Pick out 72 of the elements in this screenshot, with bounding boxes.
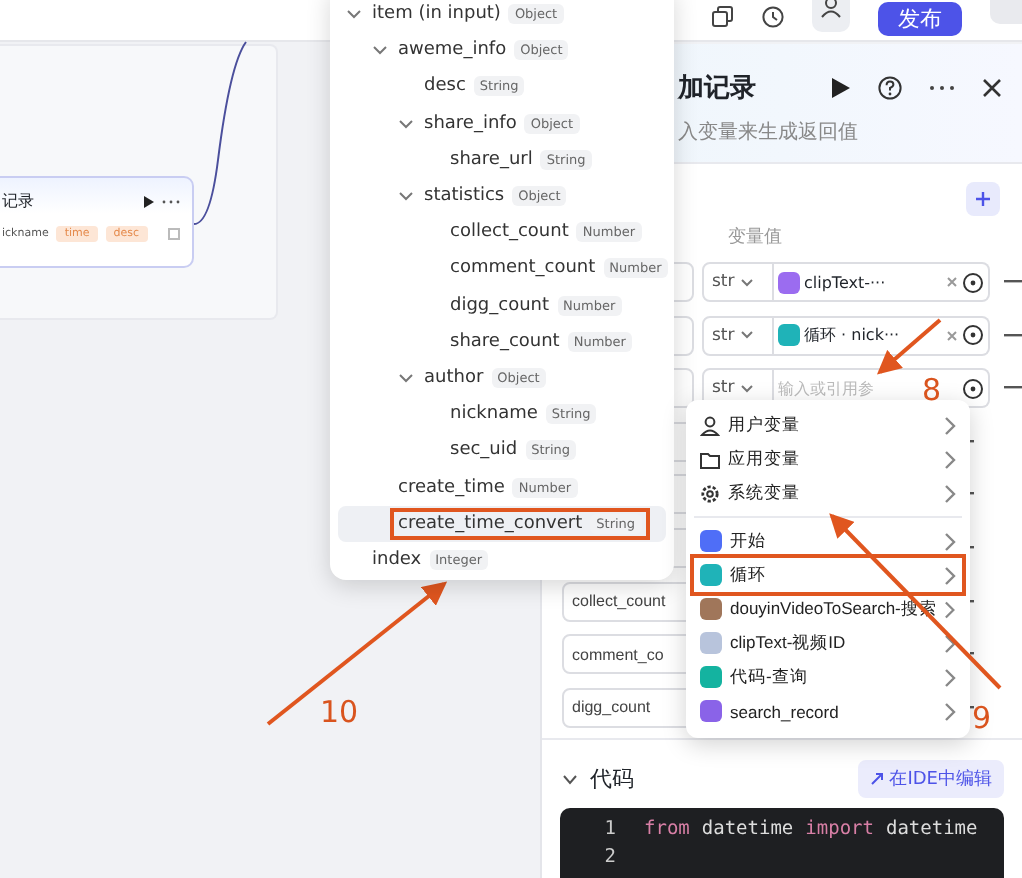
annotation-number: 9 xyxy=(972,700,992,736)
field-name: share_url xyxy=(450,149,533,170)
field-name: statistics xyxy=(424,186,505,207)
code-line: from datetime import datetime xyxy=(644,817,978,839)
field-name: create_time_convert xyxy=(398,513,583,534)
menu-item[interactable]: 系统变量 xyxy=(694,476,962,510)
field-name: sec_uid xyxy=(450,440,518,461)
target-icon[interactable] xyxy=(962,271,984,293)
line-number: 2 xyxy=(602,845,618,867)
grip-icon xyxy=(168,228,180,240)
menu-item[interactable]: 循环 xyxy=(694,558,962,592)
chevron-icon[interactable] xyxy=(562,773,578,785)
target-icon[interactable] xyxy=(962,377,984,400)
play-icon[interactable] xyxy=(832,78,850,98)
field-name: nickname xyxy=(450,404,538,425)
chevron-icon[interactable] xyxy=(398,115,414,132)
caret-icon xyxy=(740,277,755,287)
add-button[interactable] xyxy=(966,182,1000,216)
reference-text: 循环 · nick··· xyxy=(804,324,900,347)
publish-button[interactable]: 发布 xyxy=(878,2,962,36)
chevron-icon[interactable] xyxy=(398,188,414,205)
annotation-number: 10 xyxy=(320,694,359,730)
close-icon[interactable] xyxy=(982,78,1002,98)
clock-icon[interactable] xyxy=(762,6,784,28)
caret-icon xyxy=(740,330,755,341)
field-name: share_count xyxy=(450,331,560,352)
type-select[interactable]: str xyxy=(702,315,774,356)
node-title: 记录 xyxy=(2,190,36,212)
edit-in-ide-button[interactable]: 在IDE中编辑 xyxy=(857,760,1004,798)
external-link-icon xyxy=(869,772,884,786)
section-title: 代码 xyxy=(590,764,636,794)
field-name: item (in input) xyxy=(372,4,501,25)
field-name: collect_count xyxy=(450,222,569,243)
panel-title: 加记录 xyxy=(678,72,758,106)
line-number: 1 xyxy=(602,817,618,839)
folder-icon xyxy=(700,449,720,469)
chevron-icon[interactable] xyxy=(398,369,414,386)
play-icon[interactable] xyxy=(144,195,154,207)
target-icon[interactable] xyxy=(962,324,984,347)
chevron-icon[interactable] xyxy=(372,42,388,59)
value-field[interactable]: 循环 · nick··· xyxy=(774,315,990,356)
help-icon[interactable] xyxy=(878,76,902,100)
value-field[interactable]: clipText-··· xyxy=(774,262,990,302)
plus-icon xyxy=(974,190,992,208)
menu-item[interactable]: 应用变量 xyxy=(694,442,962,476)
field-name: digg_count xyxy=(450,295,550,316)
field-name: index xyxy=(372,549,422,570)
menu-item[interactable]: clipText-视频ID xyxy=(694,626,962,660)
code-editor[interactable]: 1 from datetime import datetime 2 xyxy=(560,808,1004,878)
minus-icon[interactable] xyxy=(1004,333,1022,338)
field-name: author xyxy=(424,367,484,388)
reference-text: clipText-··· xyxy=(804,273,886,291)
type-select[interactable]: str xyxy=(702,262,774,302)
menu-item[interactable]: 开始 xyxy=(694,524,962,558)
field-name: comment_count xyxy=(450,258,596,279)
field-name: share_info xyxy=(424,113,517,134)
menu-item[interactable]: 用户变量 xyxy=(694,408,962,442)
annotation-number: 8 xyxy=(922,372,942,408)
field-name: aweme_info xyxy=(398,40,507,61)
column-header: 变量值 xyxy=(728,225,782,250)
field-name: desc xyxy=(424,76,466,97)
copy-icon[interactable] xyxy=(712,6,734,28)
gear-icon xyxy=(700,483,720,503)
panel-subtitle: 入变量来生成返回值 xyxy=(678,119,860,146)
caret-icon xyxy=(740,383,755,394)
field-name: create_time xyxy=(398,477,505,498)
minus-icon[interactable] xyxy=(1004,386,1022,391)
user-icon xyxy=(700,415,720,435)
menu-item[interactable]: search_record xyxy=(694,694,962,728)
chevron-icon[interactable] xyxy=(346,6,362,23)
minus-icon[interactable] xyxy=(1004,280,1022,284)
menu-item[interactable]: 代码-查询 xyxy=(694,660,962,694)
